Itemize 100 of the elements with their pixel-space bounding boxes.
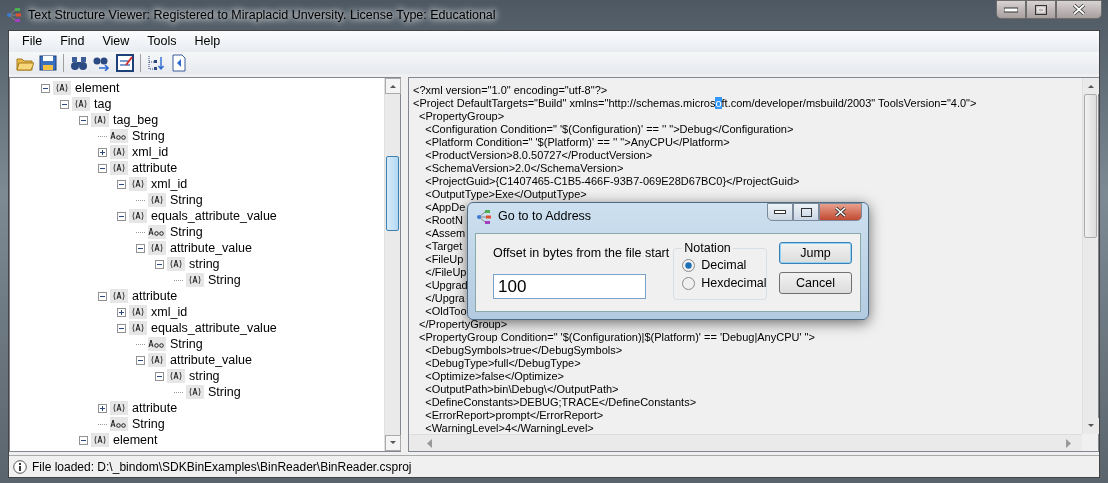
collapse-toggle[interactable] [98, 291, 107, 301]
collapse-toggle[interactable] [136, 243, 145, 253]
close-button[interactable] [819, 203, 862, 221]
collapse-toggle[interactable] [117, 323, 126, 333]
maximize-button[interactable] [1026, 0, 1056, 19]
tree-sort-icon[interactable] [146, 53, 166, 73]
menu-item[interactable]: Tools [138, 32, 186, 51]
minimize-button[interactable] [996, 0, 1026, 19]
tree-node-label[interactable]: xml_id [151, 304, 188, 320]
scroll-thumb[interactable] [386, 156, 399, 231]
tree-node-label[interactable]: attribute [132, 288, 178, 304]
object-node-icon [129, 209, 147, 223]
tree-node-label[interactable]: string [189, 368, 220, 384]
notation-legend: Notation [682, 240, 733, 256]
tree-node-label[interactable]: String [170, 192, 203, 208]
menu-item[interactable]: File [13, 32, 52, 51]
dialog-button[interactable]: Jump [779, 242, 852, 264]
dialog-title: Go to to Address [498, 208, 592, 226]
maximize-button[interactable] [793, 203, 819, 221]
code-line: <DebugType>full</DebugType> [424, 357, 581, 370]
tree-node-label[interactable]: attribute [132, 160, 178, 176]
code-line: <Upgrad [424, 279, 468, 292]
code-line: </Upgra [424, 292, 465, 305]
expand-toggle[interactable] [98, 403, 107, 413]
radio-label[interactable]: Decimal [701, 255, 747, 275]
document-arrow-icon[interactable] [169, 53, 189, 73]
object-node-icon [148, 241, 166, 255]
tree-node-label[interactable]: attribute [132, 400, 178, 416]
scrollbar[interactable] [384, 78, 400, 451]
tree-node-label[interactable]: String [132, 128, 165, 144]
object-node-icon [110, 289, 128, 303]
collapse-toggle[interactable] [155, 259, 164, 269]
code-line: <ProjectGuid>{C1407465-C1B5-466F-93B7-069E28D67BC0}</ProjectGuid> [424, 175, 800, 188]
tree-node-label[interactable]: String [208, 384, 241, 400]
tree-node-label[interactable]: tag [94, 96, 112, 112]
tree-node-label[interactable]: equals_attribute_value [151, 208, 277, 224]
window-title: Text Structure Viewer: Registered to Miraplacid Unversity. License Type: Educational [28, 6, 496, 24]
collapse-toggle[interactable] [117, 211, 126, 221]
collapse-toggle[interactable] [79, 115, 88, 125]
code-line: <PropertyGroup Condition=" '$(Configuration)|$(Platform)' == 'Debug|AnyCPU' "> [418, 331, 815, 344]
collapse-toggle[interactable] [136, 355, 145, 365]
dialog-button[interactable]: Cancel [779, 272, 852, 294]
object-node-icon [91, 433, 109, 447]
text-node-icon [110, 129, 128, 143]
radio-label[interactable]: Hexdecimal [701, 273, 767, 293]
radio-button[interactable] [682, 276, 696, 290]
code-line: <DefineConstants>DEBUG;TRACE</DefineConstants> [424, 396, 697, 409]
scroll-thumb[interactable] [1084, 94, 1097, 238]
collapse-toggle[interactable] [41, 83, 50, 93]
minimize-button[interactable] [767, 203, 793, 221]
tree-node-label[interactable]: xml_id [132, 144, 169, 160]
tree-node-label[interactable]: xml_id [151, 176, 188, 192]
tree-node-label[interactable]: element [113, 432, 158, 448]
close-button[interactable] [1056, 0, 1102, 19]
code-line: <WarningLevel>4</WarningLevel> [424, 422, 594, 434]
radio-button[interactable] [682, 258, 696, 272]
offset-input-field[interactable]: 100 [493, 273, 646, 299]
collapse-toggle[interactable] [155, 371, 164, 381]
collapse-toggle[interactable] [117, 179, 126, 189]
code-line: <DebugSymbols>true</DebugSymbols> [424, 344, 623, 357]
app-logo-icon [476, 208, 492, 225]
code-line: <?xml version="1.0" encoding="utf-8"?> [413, 84, 608, 97]
code-line: </FileUp [424, 266, 467, 279]
object-node-icon [167, 369, 185, 383]
status-text: File loaded: D:\_bindom\SDKBinExamples\BinReader\BinReader.csproj [32, 458, 412, 476]
close-icon [834, 207, 847, 217]
tree-node-label[interactable]: string [189, 256, 220, 272]
text-node-icon [110, 417, 128, 431]
tree-node-label[interactable]: String [208, 272, 241, 288]
expand-toggle[interactable] [98, 147, 107, 157]
tree-node-label[interactable]: attribute_value [170, 240, 252, 256]
tree-node-label[interactable]: attribute_value [170, 352, 252, 368]
code-line: <PropertyGroup> [418, 110, 505, 123]
code-line: <OutputPath>bin\Debug\</OutputPath> [424, 383, 619, 396]
edit-form-icon[interactable] [115, 53, 135, 73]
menu-item[interactable]: View [93, 32, 139, 51]
code-line: <OldToo [424, 305, 467, 318]
object-node-icon [186, 385, 204, 399]
collapse-toggle[interactable] [79, 435, 88, 445]
collapse-toggle[interactable] [98, 163, 107, 173]
tree-node-label[interactable]: equals_attribute_value [151, 320, 277, 336]
tree-node-label[interactable]: tag_beg [113, 112, 159, 128]
tree-node-label[interactable]: element [75, 80, 120, 96]
collapse-toggle[interactable] [60, 99, 69, 109]
maximize-icon [1035, 4, 1047, 15]
object-node-icon [72, 97, 90, 111]
expand-toggle[interactable] [117, 307, 126, 317]
tree-node-label[interactable]: String [132, 416, 165, 432]
offset-label: Offset in bytes from the file start [493, 245, 670, 262]
scrollbar[interactable] [1082, 78, 1098, 434]
tree-node-label[interactable]: String [170, 336, 203, 352]
save-icon[interactable] [38, 53, 58, 73]
object-node-icon [148, 353, 166, 367]
object-node-icon [91, 113, 109, 127]
code-line: <FileUp [424, 253, 464, 266]
object-node-icon [110, 161, 128, 175]
object-node-icon [129, 305, 147, 319]
tree-node-label[interactable]: String [170, 224, 203, 240]
menu-item[interactable]: Find [51, 32, 94, 51]
menu-item[interactable]: Help [185, 32, 230, 51]
